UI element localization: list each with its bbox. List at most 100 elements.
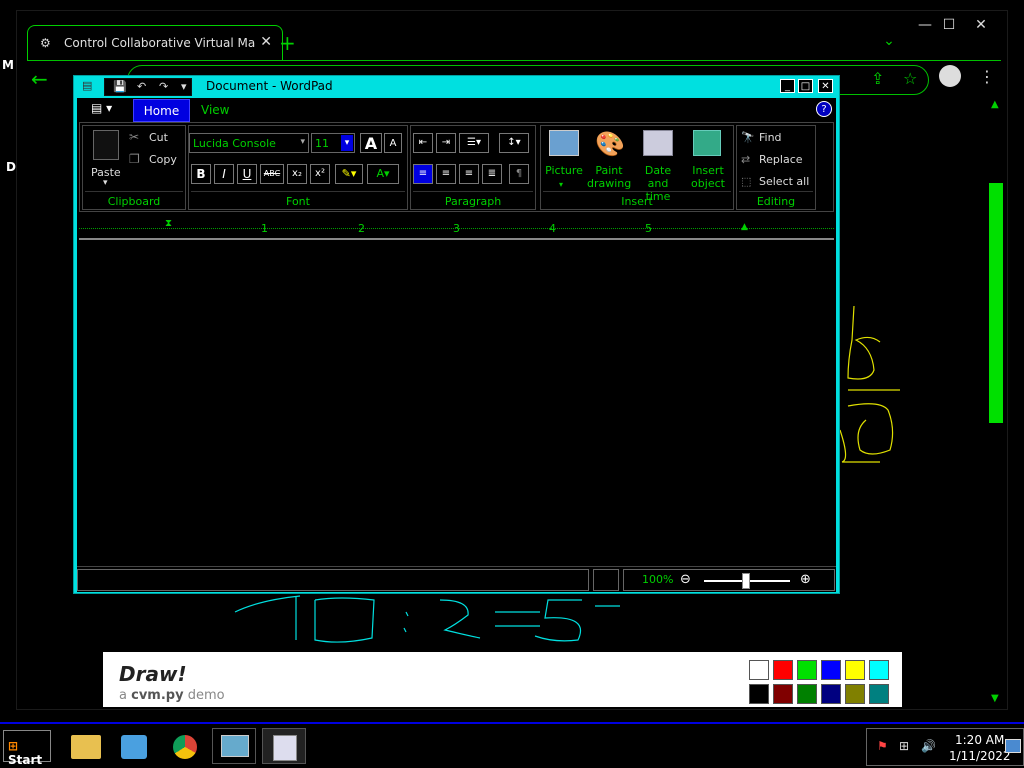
color-swatch[interactable]: [845, 660, 865, 680]
share-icon[interactable]: ⇪: [871, 69, 884, 88]
italic-button[interactable]: I: [214, 164, 234, 184]
close-icon[interactable]: ✕: [969, 17, 993, 33]
clock-time[interactable]: 1:20 AM: [955, 733, 1004, 747]
underline-button[interactable]: U: [237, 164, 257, 184]
color-swatch[interactable]: [797, 684, 817, 704]
banner-subtitle: a cvm.py demo: [119, 688, 225, 703]
document-area[interactable]: [79, 244, 834, 564]
action-center-flag-icon[interactable]: ⚑: [877, 739, 888, 753]
align-center-icon[interactable]: ≡: [436, 164, 456, 184]
insert-object-button[interactable]: Insert object: [685, 164, 731, 190]
select-all-button[interactable]: Select all: [759, 175, 809, 188]
minimize-icon[interactable]: —: [913, 17, 937, 33]
browser-tab[interactable]: ⚙ Control Collaborative Virtual Ma ✕: [27, 25, 283, 61]
tab-home[interactable]: Home: [133, 99, 190, 122]
align-right-icon[interactable]: ≡: [459, 164, 479, 184]
color-swatch[interactable]: [773, 660, 793, 680]
color-swatch[interactable]: [749, 684, 769, 704]
wp-maximize-icon[interactable]: □: [798, 79, 813, 93]
tab-favicon-icon: ⚙: [40, 36, 51, 50]
zoom-out-icon[interactable]: ⊖: [680, 572, 691, 587]
font-size-dropdown[interactable]: 11 ▾: [311, 133, 355, 153]
new-tab-button[interactable]: +: [279, 31, 296, 55]
wordpad-titlebar[interactable]: ▤ 💾 ↶ ↷ ▾ Document - WordPad _ □ ✕: [74, 76, 839, 98]
font-size-arrow-icon[interactable]: ▾: [341, 135, 353, 151]
color-swatch[interactable]: [869, 684, 889, 704]
group-divider: [413, 191, 533, 192]
paint-drawing-icon: 🎨: [595, 130, 625, 158]
font-size-value: 11: [315, 137, 329, 150]
paragraph-dialog-icon[interactable]: ¶: [509, 164, 529, 184]
bold-button[interactable]: B: [191, 164, 211, 184]
start-button[interactable]: ⊞ Start: [3, 730, 51, 767]
explorer-taskbar-icon[interactable]: [64, 728, 108, 764]
scrollbar-thumb[interactable]: [989, 183, 1003, 423]
tab-view[interactable]: View: [201, 103, 229, 117]
wp-close-icon[interactable]: ✕: [818, 79, 833, 93]
replace-button[interactable]: Replace: [759, 153, 803, 166]
left-indent-marker-icon[interactable]: ⧗: [165, 218, 172, 229]
decrease-indent-icon[interactable]: ⇤: [413, 133, 433, 153]
find-button[interactable]: Find: [759, 131, 782, 144]
color-swatch[interactable]: [869, 660, 889, 680]
scroll-down-icon[interactable]: ▼: [991, 693, 999, 704]
zoom-in-icon[interactable]: ⊕: [800, 572, 811, 587]
profile-avatar-icon[interactable]: [939, 65, 961, 87]
network-icon[interactable]: ⊞: [899, 739, 909, 753]
highlight-color-icon[interactable]: ✎▾: [335, 164, 363, 184]
align-left-icon[interactable]: ≡: [413, 164, 433, 184]
picture-dropdown-icon[interactable]: ▾: [559, 178, 563, 191]
color-swatch[interactable]: [821, 660, 841, 680]
strikethrough-button[interactable]: ABC: [260, 164, 284, 184]
shrink-font-button[interactable]: A: [384, 133, 402, 153]
color-swatch[interactable]: [749, 660, 769, 680]
color-swatch[interactable]: [845, 684, 865, 704]
undo-icon[interactable]: ↶: [137, 80, 146, 93]
customize-qat-icon[interactable]: ▾: [181, 80, 187, 93]
text-color-icon[interactable]: A▾: [367, 164, 399, 184]
superscript-button[interactable]: x²: [310, 164, 330, 184]
bookmark-star-icon[interactable]: ☆: [903, 69, 917, 88]
clock-date[interactable]: 1/11/2022: [949, 749, 1011, 763]
color-swatch[interactable]: [797, 660, 817, 680]
show-desktop-icon[interactable]: [1005, 739, 1021, 753]
ruler[interactable]: ⧗ 1 2 3 4 5 ▲: [79, 218, 834, 240]
right-indent-marker-icon[interactable]: ▲: [741, 222, 748, 232]
paint-drawing-button[interactable]: Paint drawing: [587, 164, 631, 190]
font-family-dropdown[interactable]: Lucida Console ▾: [189, 133, 309, 153]
justify-icon[interactable]: ≣: [482, 164, 502, 184]
menu-kebab-icon[interactable]: ⋮: [979, 67, 995, 86]
copy-button[interactable]: Copy: [149, 153, 177, 166]
back-arrow-icon[interactable]: ←: [31, 67, 48, 91]
tab-close-icon[interactable]: ✕: [260, 34, 272, 50]
help-icon[interactable]: ?: [816, 101, 832, 117]
volume-icon[interactable]: 🔊: [921, 739, 936, 753]
paste-dropdown-icon[interactable]: ▾: [103, 178, 108, 188]
font-family-arrow-icon: ▾: [300, 137, 305, 147]
color-swatch[interactable]: [773, 684, 793, 704]
increase-indent-icon[interactable]: ⇥: [436, 133, 456, 153]
grow-font-button[interactable]: A: [360, 133, 382, 153]
line-spacing-icon[interactable]: ↕▾: [499, 133, 529, 153]
chrome-taskbar-icon[interactable]: [162, 728, 206, 764]
bullets-icon[interactable]: ☰▾: [459, 133, 489, 153]
wordpad-taskbar-icon[interactable]: [262, 728, 306, 764]
media-player-taskbar-icon[interactable]: [112, 728, 156, 764]
picture-button[interactable]: Picture: [541, 164, 587, 177]
color-swatch[interactable]: [821, 684, 841, 704]
subscript-button[interactable]: x₂: [287, 164, 307, 184]
app-menu-button[interactable]: ▤ ▾: [83, 101, 119, 119]
zoom-slider-thumb[interactable]: [742, 573, 750, 589]
maximize-icon[interactable]: ☐: [937, 17, 961, 33]
cut-button[interactable]: Cut: [149, 131, 168, 144]
remote-desktop-taskbar-icon[interactable]: [212, 728, 256, 764]
save-icon[interactable]: 💾: [113, 80, 127, 93]
status-pane-small: [593, 569, 619, 591]
group-divider: [543, 191, 731, 192]
tab-search-icon[interactable]: ⌄: [877, 33, 901, 49]
scroll-up-icon[interactable]: ▲: [991, 99, 999, 110]
wp-minimize-icon[interactable]: _: [780, 79, 795, 93]
redo-icon[interactable]: ↷: [159, 80, 168, 93]
page-text-d: D: [6, 160, 16, 174]
group-divider: [191, 191, 405, 192]
